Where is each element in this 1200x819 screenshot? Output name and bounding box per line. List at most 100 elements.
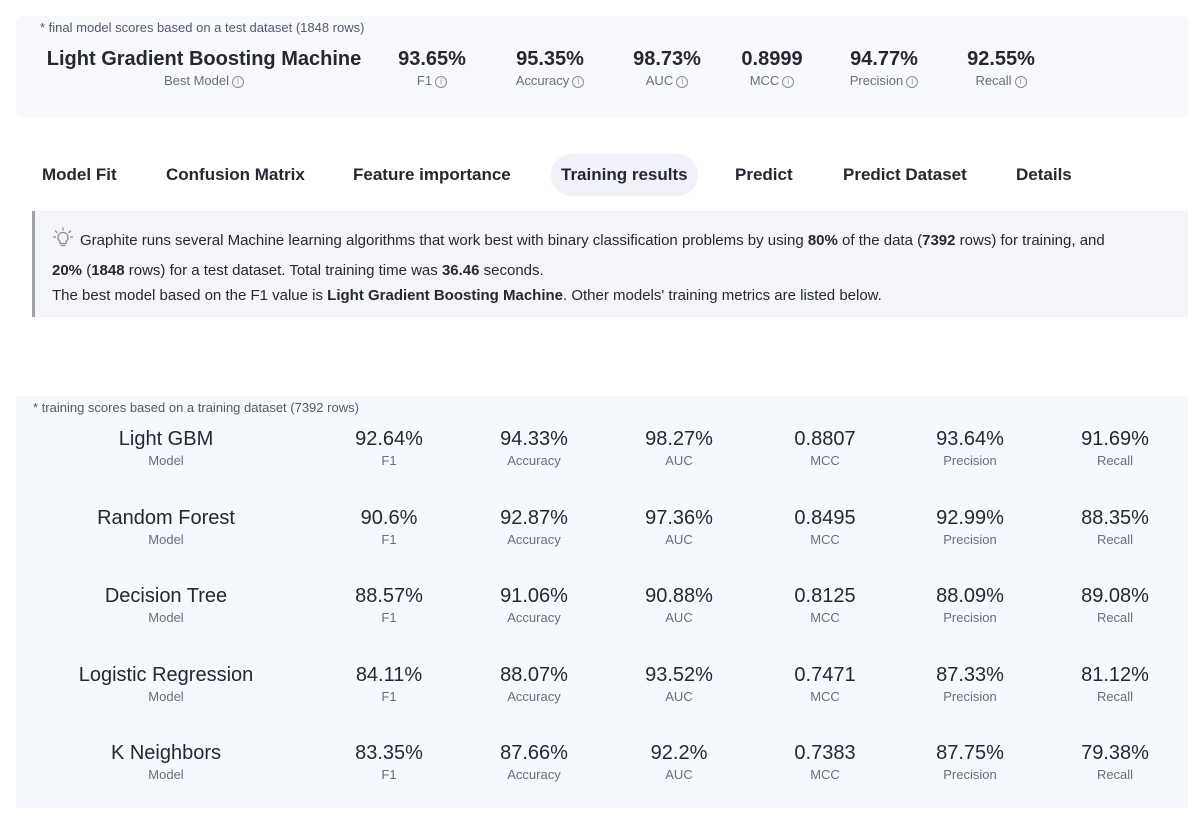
precision-label: Precision xyxy=(943,453,997,468)
model-value: K Neighbors xyxy=(110,742,222,764)
auc-cell: 90.88% AUC xyxy=(604,583,754,627)
recall-label: Recall xyxy=(1096,453,1134,468)
final-scores-note: * final model scores based on a test dat… xyxy=(40,20,365,35)
mcc-cell: 0.8495 MCC xyxy=(750,505,900,549)
f1-metric: 93.65% F1 i xyxy=(382,46,482,90)
recall-cell: 91.69% Recall xyxy=(1040,426,1190,470)
f1-label: F1 xyxy=(381,688,397,704)
f1-cell: 90.6% F1 xyxy=(314,505,464,549)
model-label: Model xyxy=(148,688,184,704)
info-icon[interactable]: i xyxy=(572,76,585,88)
f1-label: F1 xyxy=(381,610,397,625)
recall-value: 88.35% xyxy=(1081,506,1149,529)
precision-value: 87.75% xyxy=(936,742,1004,764)
f1-label: F1 xyxy=(416,73,433,88)
f1-value: 88.57% xyxy=(355,585,423,607)
precision-cell: 92.99% Precision xyxy=(895,505,1045,549)
table-row: Random Forest Model 90.6% F1 92.87% Accuracy 9… xyxy=(16,505,1188,565)
recall-value: 79.38% xyxy=(1081,742,1149,764)
accuracy-cell: 88.07% Accuracy xyxy=(459,662,609,706)
precision-value: 87.33% xyxy=(936,663,1004,686)
tab-predict-dataset[interactable]: Predict Dataset xyxy=(833,154,977,196)
model-cell: K Neighbors Model xyxy=(46,740,286,784)
tab-confusion-matrix[interactable]: Confusion Matrix xyxy=(156,154,315,196)
precision-label: Precision xyxy=(943,531,997,547)
accuracy-value: 94.33% xyxy=(500,428,568,450)
accuracy-label: Accuracy xyxy=(507,688,561,704)
mcc-label: MCC xyxy=(810,767,840,782)
accuracy-cell: 91.06% Accuracy xyxy=(459,583,609,627)
final-scores-card: * final model scores based on a test dat… xyxy=(16,16,1188,117)
tab-predict[interactable]: Predict xyxy=(725,154,803,196)
info-icon[interactable]: i xyxy=(676,76,689,88)
auc-cell: 98.27% AUC xyxy=(604,426,754,470)
accuracy-label: Accuracy xyxy=(507,531,561,547)
model-label: Model xyxy=(148,453,184,468)
auc-label: AUC xyxy=(665,531,693,547)
mcc-label: MCC xyxy=(810,453,840,468)
recall-value: 81.12% xyxy=(1081,663,1149,686)
tab-details[interactable]: Details xyxy=(1006,154,1082,196)
mcc-value: 0.8495 xyxy=(794,506,856,529)
lightbulb-icon xyxy=(52,227,74,258)
auc-metric: 98.73% AUC i xyxy=(617,46,717,90)
training-scores-note: * training scores based on a training da… xyxy=(33,400,359,415)
f1-cell: 84.11% F1 xyxy=(314,662,464,706)
recall-metric: 92.55% Recall i xyxy=(951,46,1051,90)
info-icon[interactable]: i xyxy=(232,76,245,88)
precision-label: Precision xyxy=(943,767,997,782)
info-icon[interactable]: i xyxy=(906,76,919,88)
model-cell: Logistic Regression Model xyxy=(46,662,286,706)
auc-value: 93.52% xyxy=(645,663,713,686)
auc-value: 92.2% xyxy=(650,742,708,764)
info-icon[interactable]: i xyxy=(782,76,795,88)
info-icon[interactable]: i xyxy=(435,76,448,88)
model-value: Light GBM xyxy=(118,428,214,450)
precision-label: Precision xyxy=(943,610,997,625)
auc-value: 98.73% xyxy=(633,48,701,70)
model-cell: Random Forest Model xyxy=(46,505,286,549)
f1-label: F1 xyxy=(381,767,397,782)
f1-cell: 83.35% F1 xyxy=(314,740,464,784)
accuracy-value: 87.66% xyxy=(500,742,568,764)
tab-training-results[interactable]: Training results xyxy=(551,154,698,196)
mcc-value: 0.7383 xyxy=(794,742,856,764)
accuracy-cell: 94.33% Accuracy xyxy=(459,426,609,470)
model-value: Decision Tree xyxy=(104,585,228,607)
precision-label: Precision xyxy=(943,688,997,704)
accuracy-label: Accuracy xyxy=(507,767,561,782)
mcc-cell: 0.7471 MCC xyxy=(750,662,900,706)
f1-value: 90.6% xyxy=(360,506,418,529)
recall-cell: 88.35% Recall xyxy=(1040,505,1190,549)
model-label: Model xyxy=(148,610,184,625)
model-value: Random Forest xyxy=(97,506,235,529)
best-model-value: Light Gradient Boosting Machine xyxy=(46,48,362,70)
best-model-metric: Light Gradient Boosting Machine Best Mod… xyxy=(46,46,362,90)
recall-value: 89.08% xyxy=(1081,585,1149,607)
recall-label: Recall xyxy=(1096,767,1134,782)
training-info-box: Graphite runs several Machine learning a… xyxy=(32,211,1188,317)
tab-model-fit[interactable]: Model Fit xyxy=(32,154,127,196)
mcc-label: MCC xyxy=(749,73,780,88)
precision-cell: 87.33% Precision xyxy=(895,662,1045,706)
auc-label: AUC xyxy=(665,767,693,782)
auc-value: 97.36% xyxy=(645,506,713,529)
f1-value: 84.11% xyxy=(355,663,423,686)
f1-cell: 92.64% F1 xyxy=(314,426,464,470)
mcc-label: MCC xyxy=(810,610,840,625)
recall-cell: 79.38% Recall xyxy=(1040,740,1190,784)
f1-cell: 88.57% F1 xyxy=(314,583,464,627)
precision-value: 93.64% xyxy=(936,428,1004,450)
auc-cell: 97.36% AUC xyxy=(604,505,754,549)
mcc-cell: 0.8807 MCC xyxy=(750,426,900,470)
mcc-value: 0.7471 xyxy=(794,663,856,686)
auc-value: 98.27% xyxy=(645,428,713,450)
accuracy-label: Accuracy xyxy=(507,610,561,625)
tab-feature-importance[interactable]: Feature importance xyxy=(343,154,521,196)
accuracy-cell: 87.66% Accuracy xyxy=(459,740,609,784)
accuracy-cell: 92.87% Accuracy xyxy=(459,505,609,549)
auc-value: 90.88% xyxy=(645,585,713,607)
info-icon[interactable]: i xyxy=(1014,76,1027,88)
recall-value: 92.55% xyxy=(967,48,1035,70)
info-line-1: Graphite runs several Machine learning a… xyxy=(52,227,1168,258)
